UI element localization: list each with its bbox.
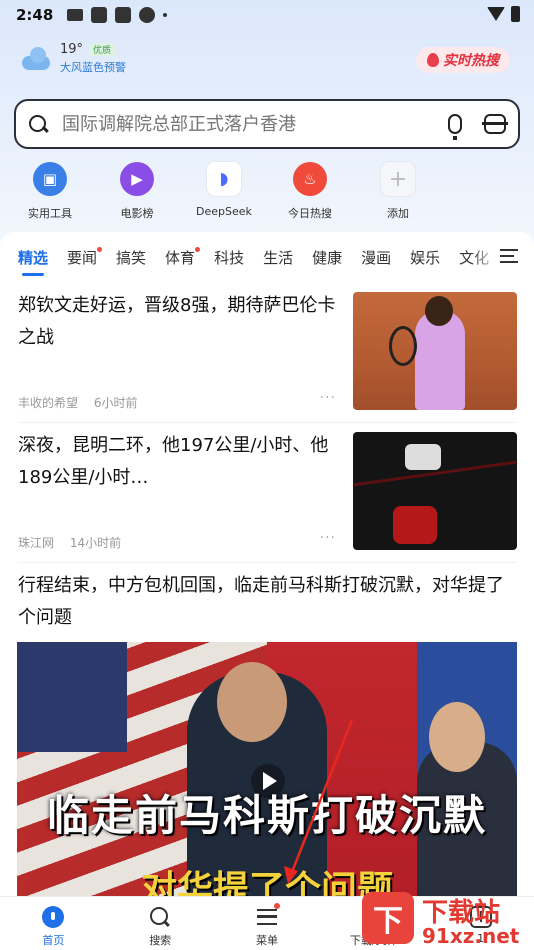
deepseek-whale-icon: ◗ [207, 162, 241, 196]
temperature: 19° [60, 42, 84, 57]
search-icon [28, 114, 48, 134]
tabs-fade [470, 240, 500, 274]
video-caption: 临走前马科斯打破沉默 [46, 791, 487, 840]
channel-tabs: 精选 要闻 搞笑 体育 科技 生活 健康 漫画 娱乐 文化 [0, 240, 534, 276]
news-source: 丰收的希望 [18, 396, 79, 410]
tab-comics[interactable]: 漫画 [361, 247, 391, 268]
tab-life[interactable]: 生活 [263, 247, 293, 268]
tab-entertainment[interactable]: 娱乐 [410, 247, 440, 268]
news-source: 珠江网 [18, 536, 55, 550]
search-bar[interactable] [14, 99, 520, 149]
status-bar: 2:48 [0, 0, 534, 30]
scan-icon[interactable] [482, 114, 508, 134]
shortcut-label: 今日热搜 [288, 207, 332, 220]
shortcut-movie-chart[interactable]: ▶ 电影榜 [97, 162, 177, 221]
mail-icon [67, 9, 84, 21]
search-icon [149, 906, 171, 928]
news-thumbnail[interactable] [353, 432, 517, 550]
home-icon [42, 906, 65, 928]
sync-icon [139, 7, 156, 23]
news-time: 6小时前 [93, 396, 138, 410]
shortcut-label: 添加 [387, 207, 409, 220]
feed-panel: 精选 要闻 搞笑 体育 科技 生活 健康 漫画 娱乐 文化 郑钦文走好运，晋级8… [0, 232, 534, 896]
search-input[interactable] [62, 113, 448, 135]
microphone-icon[interactable] [448, 114, 462, 140]
menu-icon [256, 909, 277, 925]
wifi-icon [487, 7, 505, 21]
divider [18, 562, 516, 563]
nav-label: 搜索 [149, 934, 172, 947]
shortcut-tools[interactable]: ▣ 实用工具 [10, 162, 90, 221]
flame-icon: ♨ [293, 162, 327, 196]
weather-warning[interactable]: 大风蓝色预警 [60, 59, 126, 75]
news-thumbnail[interactable] [353, 292, 517, 410]
video-thumbnail[interactable]: 临走前马科斯打破沉默 对华提了个问题 [17, 642, 517, 896]
watermark-url: 91xz.net [422, 924, 520, 948]
hot-search-label: 实时热搜 [443, 53, 499, 69]
notification-dot [273, 903, 280, 909]
weather-widget[interactable]: 19° 优质 大风蓝色预警 [20, 42, 126, 75]
shortcut-label: 实用工具 [28, 207, 72, 220]
shortcut-label: 电影榜 [120, 207, 154, 220]
shortcut-label: DeepSeek [196, 205, 252, 218]
tab-featured[interactable]: 精选 [18, 247, 48, 276]
shortcut-deepseek[interactable]: ◗ DeepSeek [184, 162, 264, 218]
plus-icon: + [381, 162, 415, 196]
movie-icon: ▶ [120, 162, 154, 196]
more-notifications-dot [163, 13, 168, 17]
nav-menu[interactable]: 菜单 [214, 897, 321, 950]
tab-sports[interactable]: 体育 [165, 246, 201, 268]
battery-icon [511, 6, 520, 22]
app-notification-icon [91, 7, 108, 23]
shortcut-today-hot[interactable]: ♨ 今日热搜 [270, 162, 350, 221]
toolbox-icon: ▣ [33, 162, 67, 196]
tab-health[interactable]: 健康 [312, 247, 342, 268]
nav-search[interactable]: 搜索 [107, 897, 214, 950]
new-dot [97, 246, 103, 252]
shortcut-add[interactable]: + 添加 [358, 162, 438, 221]
news-time: 14小时前 [69, 536, 122, 550]
nav-label: 菜单 [255, 934, 278, 947]
tab-funny[interactable]: 搞笑 [116, 247, 146, 268]
new-dot [195, 246, 201, 252]
shortcut-row: ▣ 实用工具 ▶ 电影榜 ◗ DeepSeek ♨ 今日热搜 + 添加 [0, 162, 534, 224]
news-meta: 珠江网 14小时前 [18, 534, 133, 551]
news-meta: 丰收的希望 6小时前 [18, 394, 149, 411]
nav-label: 首页 [42, 934, 65, 947]
channel-menu-icon[interactable] [500, 249, 518, 263]
news-title[interactable]: 郑钦文走好运，晋级8强，期待萨巴伦卡之战 [18, 290, 348, 354]
tab-tech[interactable]: 科技 [214, 247, 244, 268]
site-watermark: 下 下载站 91xz.net [356, 888, 534, 950]
cloud-weather-icon [20, 44, 52, 74]
more-options-icon[interactable]: ··· [320, 390, 336, 406]
status-time: 2:48 [16, 6, 54, 24]
watermark-logo: 下 [362, 892, 414, 944]
hot-search-button[interactable]: 实时热搜 [416, 47, 510, 73]
nav-home[interactable]: 首页 [0, 897, 107, 950]
divider [18, 422, 516, 423]
flame-icon [427, 53, 439, 67]
more-options-icon[interactable]: ··· [320, 530, 336, 546]
air-quality-badge: 优质 [89, 43, 116, 56]
tab-news[interactable]: 要闻 [67, 246, 103, 268]
news-title[interactable]: 行程结束，中方包机回国，临走前马科斯打破沉默，对华提了个问题 [18, 570, 518, 634]
app-notification-icon [115, 7, 132, 23]
status-right [487, 6, 520, 22]
news-title[interactable]: 深夜，昆明二环，他197公里/小时、他189公里/小时… [18, 430, 348, 494]
